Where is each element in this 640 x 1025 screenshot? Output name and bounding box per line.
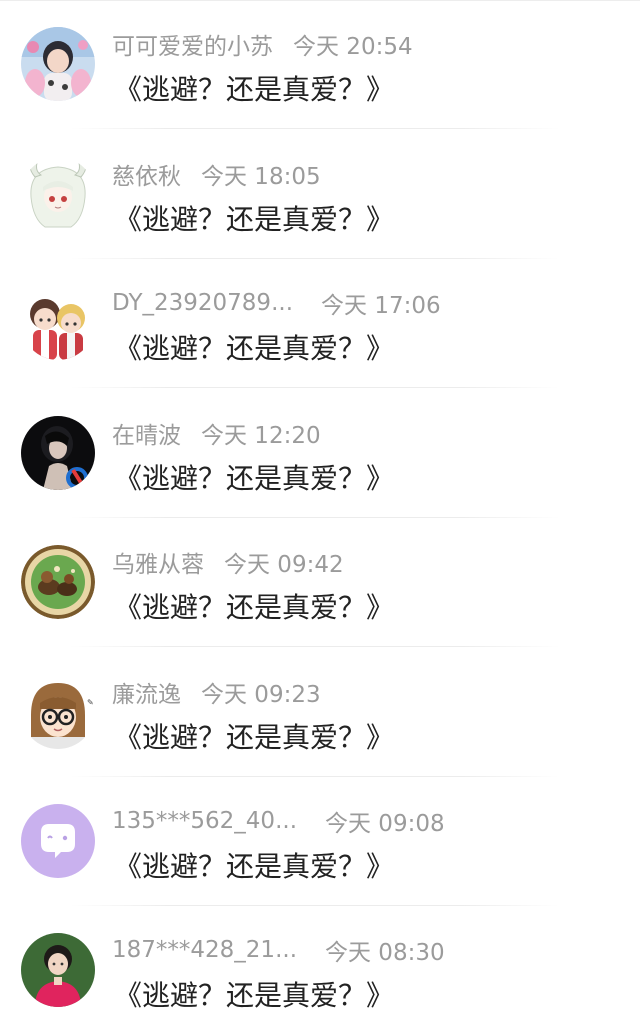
- username[interactable]: 可可爱爱的小苏: [112, 27, 273, 61]
- message-text: 《逃避？还是真爱？》: [114, 721, 395, 754]
- message-text: 《逃避？还是真爱？》: [114, 979, 395, 1012]
- timestamp: 今天 09:42: [224, 552, 344, 578]
- divider: [70, 646, 560, 647]
- timestamp: 今天 09:08: [325, 811, 445, 837]
- message-item[interactable]: 187***428_21... 今天 08:30 《逃避？还是真爱？》: [0, 906, 640, 1025]
- timestamp: 今天 12:20: [201, 423, 321, 449]
- message-meta: 在晴波 今天 12:20: [112, 416, 321, 450]
- message-text: 《逃避？还是真爱？》: [114, 462, 395, 495]
- divider: [70, 128, 560, 129]
- avatar-anime-white-hair: [21, 157, 95, 231]
- message-text: 《逃避？还是真爱？》: [114, 203, 395, 236]
- svg-text:✎: ✎: [87, 698, 94, 707]
- avatar-cartoon-animals: [21, 545, 95, 619]
- message-meta: 可可爱爱的小苏 今天 20:54: [112, 27, 413, 61]
- message-item[interactable]: 可可爱爱的小苏 今天 20:54 《逃避？还是真爱？》: [0, 0, 640, 129]
- username[interactable]: 在晴波: [112, 416, 181, 450]
- message-text: 《逃避？还是真爱？》: [114, 591, 395, 624]
- username[interactable]: 乌雅从蓉: [112, 545, 204, 579]
- message-text: 《逃避？还是真爱？》: [114, 73, 395, 106]
- message-item[interactable]: 慈依秋 今天 18:05 《逃避？还是真爱？》: [0, 130, 640, 259]
- message-list: 可可爱爱的小苏 今天 20:54 《逃避？还是真爱？》 慈依秋 今天 18:05: [0, 0, 640, 1025]
- timestamp: 今天 18:05: [201, 164, 321, 190]
- user-avatar[interactable]: [21, 157, 95, 231]
- user-avatar[interactable]: ✎: [21, 675, 95, 749]
- username[interactable]: 187***428_21...: [112, 937, 297, 963]
- user-avatar[interactable]: [21, 27, 95, 101]
- timestamp: 今天 09:23: [201, 682, 321, 708]
- message-item[interactable]: 乌雅从蓉 今天 09:42 《逃避？还是真爱？》: [0, 518, 640, 647]
- user-avatar[interactable]: [21, 286, 95, 360]
- user-avatar[interactable]: [21, 545, 95, 619]
- message-meta: 乌雅从蓉 今天 09:42: [112, 545, 344, 579]
- avatar-red-shirt-boy: [21, 933, 95, 1007]
- timestamp: 今天 08:30: [325, 940, 445, 966]
- message-item[interactable]: 在晴波 今天 12:20 《逃避？还是真爱？》: [0, 389, 640, 518]
- username[interactable]: DY_23920789...: [112, 290, 293, 316]
- avatar-purple-chat-bubble: [21, 804, 95, 878]
- message-text: 《逃避？还是真爱？》: [114, 850, 395, 883]
- avatar-glasses-girl: ✎: [21, 675, 95, 749]
- username[interactable]: 135***562_40...: [112, 808, 297, 834]
- user-avatar[interactable]: [21, 804, 95, 878]
- username[interactable]: 廉流逸: [112, 675, 181, 709]
- message-item[interactable]: 135***562_40... 今天 09:08 《逃避？还是真爱？》: [0, 777, 640, 906]
- user-avatar[interactable]: [21, 933, 95, 1007]
- username[interactable]: 慈依秋: [112, 157, 181, 191]
- message-text: 《逃避？还是真爱？》: [114, 332, 395, 365]
- message-item[interactable]: ✎ 廉流逸 今天 09:23 《逃避？还是真爱？》: [0, 648, 640, 777]
- message-meta: DY_23920789... 今天 17:06: [112, 286, 441, 320]
- timestamp: 今天 17:06: [321, 293, 441, 319]
- message-item[interactable]: DY_23920789... 今天 17:06 《逃避？还是真爱？》: [0, 259, 640, 388]
- message-meta: 187***428_21... 今天 08:30: [112, 933, 445, 967]
- timestamp: 今天 20:54: [293, 34, 413, 60]
- divider: [70, 387, 560, 388]
- user-avatar[interactable]: [21, 416, 95, 490]
- message-meta: 廉流逸 今天 09:23: [112, 675, 321, 709]
- avatar-girl-pink: [21, 27, 95, 101]
- message-meta: 135***562_40... 今天 09:08: [112, 804, 445, 838]
- message-meta: 慈依秋 今天 18:05: [112, 157, 321, 191]
- avatar-dark-woman: [21, 416, 95, 490]
- avatar-anime-two-boys: [21, 286, 95, 360]
